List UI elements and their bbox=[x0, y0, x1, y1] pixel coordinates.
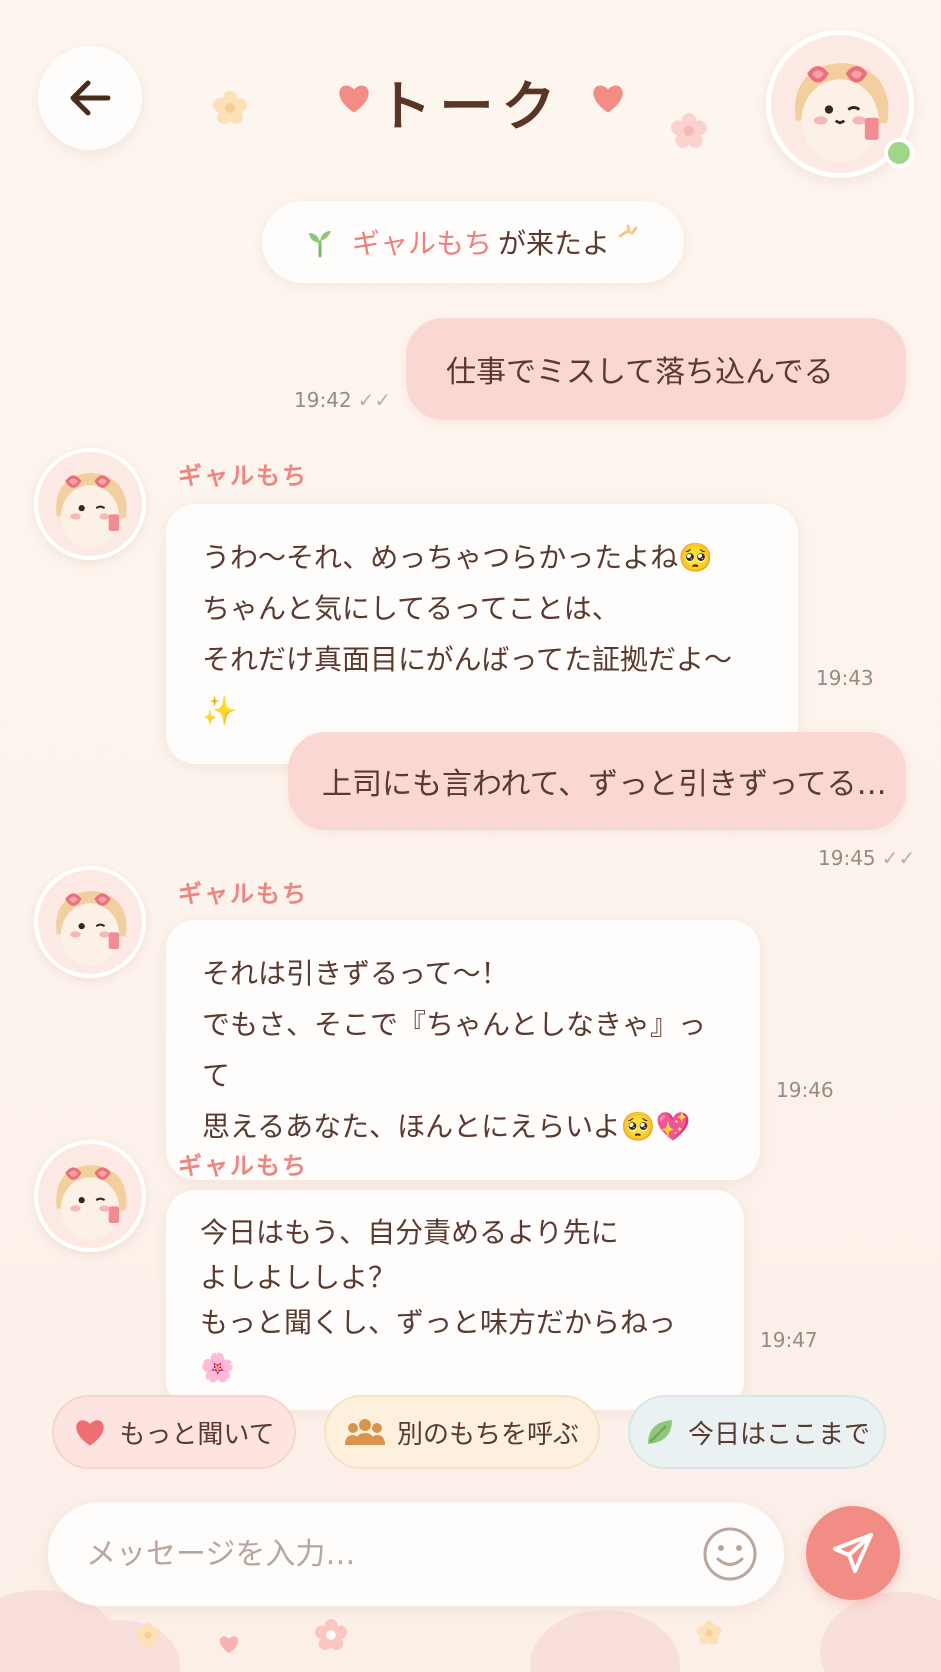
message-input[interactable] bbox=[86, 1536, 646, 1572]
message-line: それは引きずるって〜！ bbox=[202, 957, 509, 990]
message-bubble-outgoing: 上司にも言われて、ずっと引きずってる… bbox=[288, 732, 906, 830]
message-bubble-outgoing: 仕事でミスして落ち込んでる bbox=[406, 318, 906, 420]
sparkle-icon bbox=[618, 224, 638, 238]
sender-avatar[interactable] bbox=[34, 1140, 146, 1252]
background-cloud bbox=[530, 1610, 680, 1672]
background-flower-icon bbox=[696, 1620, 722, 1650]
quick-reply-label: もっと聞いて bbox=[119, 1419, 275, 1450]
quick-reply-end[interactable]: 今日はここまで bbox=[628, 1395, 886, 1469]
message-line: うわ〜それ、めっちゃつらかったよね🥺 bbox=[202, 541, 714, 574]
message-time: 19:47 bbox=[760, 1328, 818, 1352]
message-bubble-incoming: それは引きずるって〜！ でもさ、そこで『ちゃんとしなきゃ』って 思えるあなた、ほ… bbox=[166, 920, 760, 1180]
message-time: 19:43 bbox=[816, 666, 874, 690]
background-flower-icon bbox=[314, 1618, 348, 1656]
heart-icon bbox=[76, 1420, 105, 1446]
leaf-icon bbox=[647, 1420, 672, 1444]
message-time: 19:45 bbox=[818, 846, 876, 870]
message-line: でもさ、そこで『ちゃんとしなきゃ』って bbox=[202, 1008, 707, 1092]
sender-name: ギャルもち bbox=[178, 462, 308, 490]
emoji-button[interactable] bbox=[700, 1524, 760, 1584]
message-line: よしよししよ？ bbox=[200, 1261, 397, 1294]
online-status-indicator bbox=[884, 138, 914, 168]
message-bubble-incoming: 今日はもう、自分責めるより先に よしよししよ？ もっと聞くし、ずっと味方だからね… bbox=[166, 1190, 744, 1410]
heart-icon bbox=[590, 82, 626, 118]
send-button[interactable] bbox=[806, 1506, 900, 1600]
background-heart-icon bbox=[218, 1634, 240, 1658]
system-notice-text: が来たよ bbox=[498, 227, 611, 260]
message-meta: 19:45 ✓✓ bbox=[818, 846, 915, 870]
quick-reply-more[interactable]: もっと聞いて bbox=[52, 1395, 296, 1469]
background-flower-icon bbox=[135, 1622, 161, 1652]
send-icon bbox=[833, 1533, 873, 1573]
message-meta: 19:42 ✓✓ bbox=[294, 388, 391, 412]
background-cloud bbox=[820, 1592, 941, 1672]
message-bubble-incoming: うわ〜それ、めっちゃつらかったよね🥺 ちゃんと気にしてるってことは、 それだけ真… bbox=[166, 504, 798, 764]
message-text: 仕事でミスして落ち込んでる bbox=[446, 355, 834, 390]
quick-reply-call-other[interactable]: 別のもちを呼ぶ bbox=[324, 1395, 600, 1469]
message-line: 思えるあなた、ほんとにえらいよ🥺💖 bbox=[202, 1110, 691, 1143]
quick-reply-label: 別のもちを呼ぶ bbox=[396, 1419, 579, 1450]
smiley-icon bbox=[703, 1527, 757, 1581]
message-line: それだけ真面目にがんばってた証拠だよ〜✨ bbox=[202, 643, 733, 727]
read-receipt-icon: ✓✓ bbox=[357, 388, 392, 412]
message-text: 上司にも言われて、ずっと引きずってる… bbox=[322, 767, 887, 802]
sender-avatar[interactable] bbox=[34, 448, 146, 560]
message-input-container bbox=[48, 1502, 784, 1606]
sender-name: ギャルもち bbox=[178, 880, 308, 908]
group-icon bbox=[344, 1419, 385, 1445]
message-time: 19:42 bbox=[294, 388, 352, 412]
system-notice: ギャルもち が来たよ bbox=[262, 201, 684, 283]
sender-name: ギャルもち bbox=[178, 1152, 308, 1180]
message-line: ちゃんと気にしてるってことは、 bbox=[202, 592, 620, 625]
sender-avatar[interactable] bbox=[34, 866, 146, 978]
system-notice-name: ギャルもち bbox=[351, 227, 492, 260]
read-receipt-icon: ✓✓ bbox=[881, 846, 916, 870]
sprout-icon bbox=[308, 231, 331, 258]
message-line: 今日はもう、自分責めるより先に bbox=[200, 1216, 619, 1249]
message-line: もっと聞くし、ずっと味方だからねっ🌸 bbox=[200, 1306, 677, 1384]
quick-reply-label: 今日はここまで bbox=[687, 1419, 870, 1450]
message-time: 19:46 bbox=[776, 1078, 834, 1102]
